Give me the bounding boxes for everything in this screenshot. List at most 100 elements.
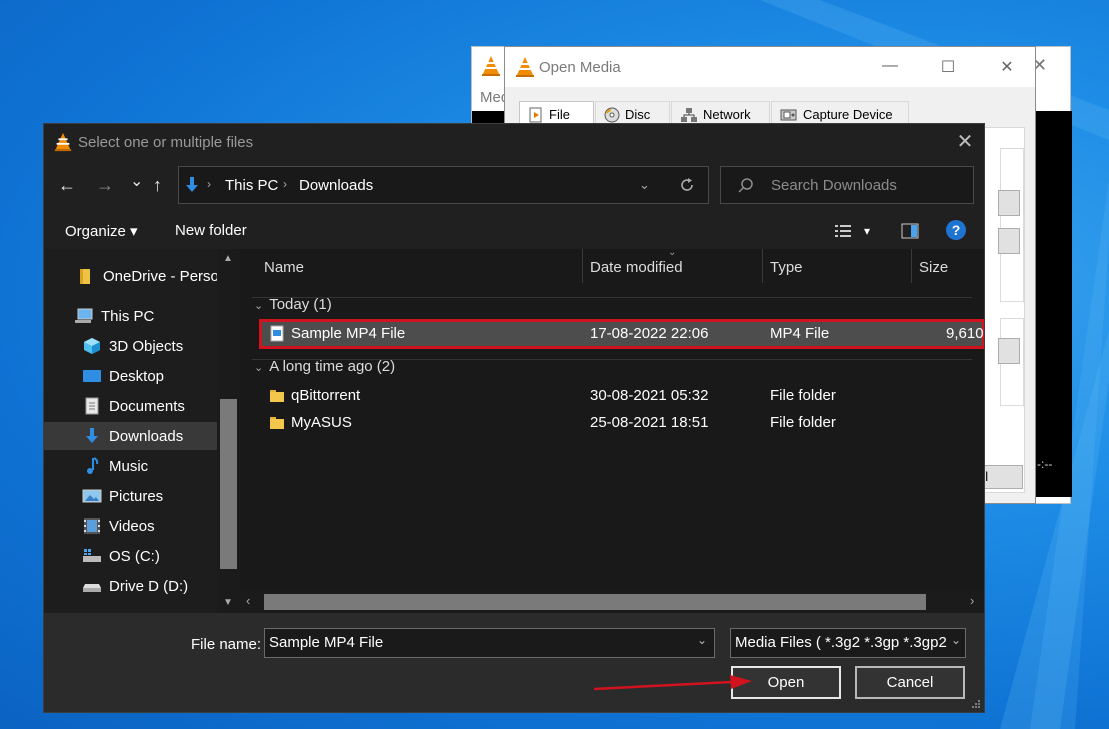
vlc-cone-icon bbox=[482, 56, 500, 76]
search-icon bbox=[738, 178, 753, 193]
column-divider[interactable] bbox=[582, 249, 583, 283]
vlc-cone-icon bbox=[54, 132, 72, 152]
column-date-modified[interactable]: Date modified bbox=[590, 259, 683, 276]
breadcrumb-chevron-icon: › bbox=[207, 177, 211, 191]
file-date: 25-08-2021 18:51 bbox=[590, 414, 709, 431]
file-list: Name ⌄ Date modified Type Size ⌄ Today (1… bbox=[240, 249, 984, 613]
file-date: 30-08-2021 05:32 bbox=[590, 387, 709, 404]
up-button[interactable]: ↑ bbox=[153, 175, 162, 196]
os-drive-icon bbox=[82, 546, 102, 566]
file-play-icon bbox=[529, 107, 542, 122]
column-divider[interactable] bbox=[911, 249, 912, 283]
file-selection-group bbox=[1000, 148, 1024, 302]
mp4-file-icon bbox=[270, 325, 284, 342]
file-type: File folder bbox=[770, 387, 836, 404]
file-list-hscrollbar[interactable]: ‹ › bbox=[240, 591, 984, 613]
file-date: 17-08-2022 22:06 bbox=[590, 325, 709, 342]
dialog-title: Select one or multiple files bbox=[78, 134, 254, 151]
3d-objects-icon bbox=[82, 336, 102, 356]
videos-icon bbox=[82, 516, 102, 536]
tab-file-label: File bbox=[549, 107, 570, 122]
file-name-dropdown-icon[interactable]: ⌄ bbox=[697, 633, 707, 647]
recent-locations-button[interactable]: ⌄ bbox=[130, 171, 143, 191]
file-type-dropdown-icon[interactable]: ⌄ bbox=[949, 633, 962, 647]
desktop-icon bbox=[82, 366, 102, 386]
file-row-qbittorrent[interactable]: qBittorrent 30-08-2021 05:32 File folder bbox=[261, 383, 983, 409]
tab-disc-label: Disc bbox=[625, 107, 651, 122]
remove-button[interactable] bbox=[998, 228, 1020, 254]
file-row-myasus[interactable]: MyASUS 25-08-2021 18:51 File folder bbox=[261, 410, 983, 436]
file-type: File folder bbox=[770, 414, 836, 431]
file-name: MyASUS bbox=[291, 414, 352, 431]
add-button[interactable] bbox=[998, 190, 1020, 216]
view-options-icon[interactable] bbox=[834, 223, 852, 239]
sidebar-label: Desktop bbox=[109, 367, 165, 385]
drive-d-icon bbox=[82, 576, 102, 596]
file-name: Sample MP4 File bbox=[291, 325, 406, 342]
sidebar-label: OS (C:) bbox=[109, 547, 160, 565]
column-type[interactable]: Type bbox=[770, 259, 803, 276]
scrollbar-thumb[interactable] bbox=[220, 399, 237, 569]
file-type: MP4 File bbox=[770, 325, 830, 342]
sidebar-label: Drive D (D:) bbox=[109, 577, 189, 595]
back-button[interactable]: ← bbox=[58, 175, 76, 196]
maximize-button[interactable]: ☐ bbox=[933, 57, 963, 77]
dialog-close-button[interactable]: ✕ bbox=[950, 128, 980, 156]
vlc-time-display: -:-- bbox=[1037, 457, 1053, 471]
cancel-button[interactable]: Cancel bbox=[855, 666, 965, 699]
sidebar-label: Documents bbox=[109, 397, 185, 415]
navigation-scrollbar[interactable]: ▲ ▼ bbox=[217, 249, 240, 613]
address-bar[interactable]: › This PC › Downloads ⌄ bbox=[178, 166, 709, 204]
close-button[interactable]: ✕ bbox=[992, 57, 1022, 77]
sidebar-label: Downloads bbox=[109, 427, 184, 445]
sidebar-label: 3D Objects bbox=[109, 337, 184, 355]
column-name[interactable]: Name bbox=[264, 259, 304, 276]
group-today[interactable]: ⌄ Today (1) bbox=[254, 296, 332, 313]
search-box[interactable]: Search Downloads bbox=[720, 166, 974, 204]
search-placeholder: Search Downloads bbox=[771, 177, 897, 194]
new-folder-button[interactable]: New folder bbox=[175, 222, 247, 239]
scroll-left-icon[interactable]: ‹ bbox=[246, 593, 250, 608]
sort-indicator-icon: ⌄ bbox=[668, 249, 677, 258]
group-label: Today (1) bbox=[269, 296, 332, 313]
file-name-input[interactable]: Sample MP4 File bbox=[264, 628, 715, 658]
file-row-sample-mp4[interactable]: Sample MP4 File 17-08-2022 22:06 MP4 Fil… bbox=[259, 319, 984, 349]
scroll-down-icon[interactable]: ▼ bbox=[223, 597, 233, 608]
file-type-select[interactable]: Media Files ( *.3g2 *.3gp *.3gp2 bbox=[730, 628, 966, 658]
column-divider[interactable] bbox=[762, 249, 763, 283]
sidebar-label: Videos bbox=[109, 517, 155, 535]
view-dropdown[interactable]: ▾ bbox=[864, 224, 870, 238]
vlc-cone-icon bbox=[516, 57, 534, 77]
forward-button[interactable]: → bbox=[96, 175, 114, 196]
music-icon bbox=[82, 456, 102, 476]
breadcrumb-downloads[interactable]: Downloads bbox=[299, 177, 373, 194]
refresh-icon[interactable] bbox=[679, 177, 695, 193]
pictures-icon bbox=[82, 486, 102, 506]
breadcrumb-this-pc[interactable]: This PC bbox=[225, 177, 278, 194]
this-pc-icon bbox=[74, 306, 94, 326]
browse-button[interactable] bbox=[998, 338, 1020, 364]
open-media-title: Open Media bbox=[539, 59, 621, 76]
group-long-time-ago[interactable]: ⌄ A long time ago (2) bbox=[254, 358, 395, 375]
tab-capture-label: Capture Device bbox=[803, 107, 893, 122]
resize-grip-icon[interactable] bbox=[971, 699, 981, 709]
sidebar-label: OneDrive - Person bbox=[103, 267, 228, 285]
scroll-right-icon[interactable]: › bbox=[970, 593, 974, 608]
file-type-value: Media Files ( *.3g2 *.3gp *.3gp2 bbox=[735, 634, 947, 651]
column-size[interactable]: Size bbox=[919, 259, 948, 276]
organize-menu[interactable]: Organize ▾ bbox=[65, 222, 138, 240]
scrollbar-thumb[interactable] bbox=[264, 594, 926, 610]
preview-pane-icon[interactable] bbox=[901, 223, 919, 239]
file-size: 9,610 bbox=[946, 325, 984, 342]
sidebar-label: This PC bbox=[101, 307, 155, 325]
downloads-icon bbox=[82, 426, 102, 446]
help-icon[interactable]: ? bbox=[946, 220, 966, 240]
downloads-arrow-icon bbox=[186, 177, 198, 192]
documents-icon bbox=[82, 396, 102, 416]
address-dropdown-icon[interactable]: ⌄ bbox=[639, 177, 650, 193]
minimize-button[interactable]: — bbox=[875, 57, 905, 77]
scroll-up-icon[interactable]: ▲ bbox=[223, 253, 233, 264]
folder-icon bbox=[270, 390, 284, 402]
file-name-label: File name: bbox=[191, 636, 262, 653]
file-open-dialog: Select one or multiple files ✕ ← → ⌄ ↑ ›… bbox=[43, 123, 985, 713]
